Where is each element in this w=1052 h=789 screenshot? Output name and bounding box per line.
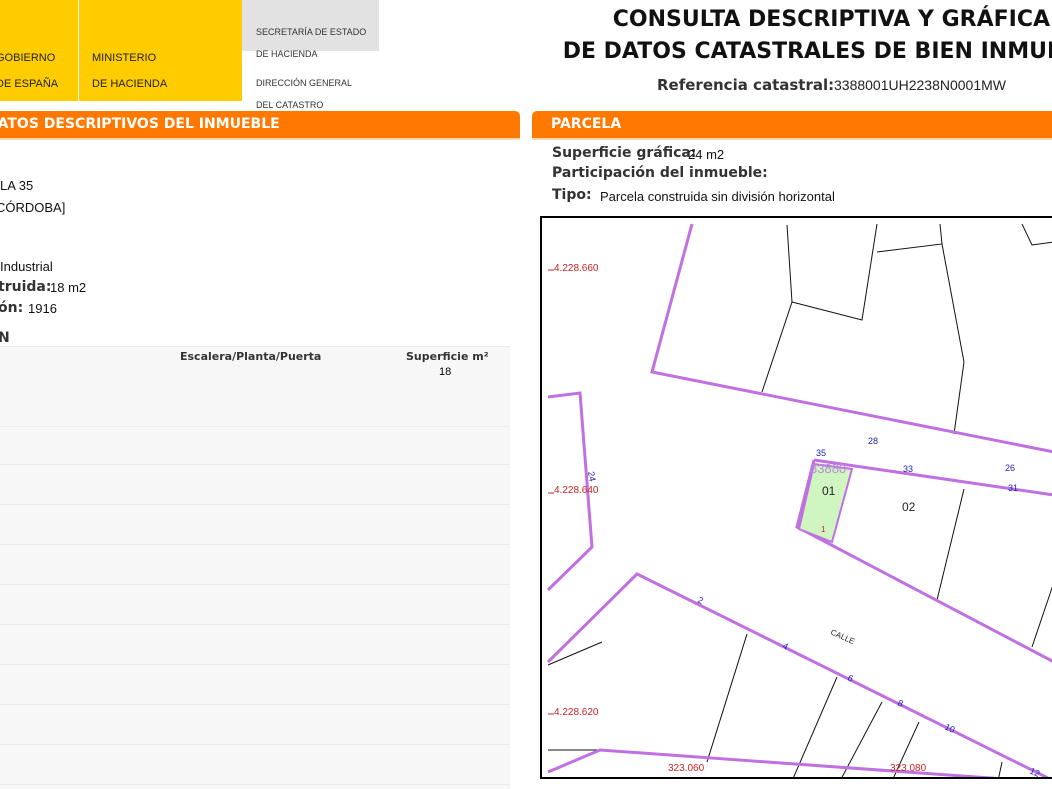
unit-02-label: 02: [902, 500, 916, 514]
title-line2: DE DATOS CATASTRALES DE BIEN INMUE: [562, 39, 1052, 64]
coord-y3: 4.228.620: [554, 707, 599, 718]
participation-label: Participación del inmueble:: [552, 165, 768, 181]
coord-y2: 4.228.640: [554, 485, 599, 496]
section-underline-left: [0, 138, 520, 140]
section-header-inmueble: DATOS DESCRIPTIVOS DEL INMUEBLE: [0, 111, 520, 138]
construction-heading: N: [0, 330, 10, 346]
house-number-28: 28: [868, 436, 878, 446]
built-value: 18 m2: [50, 280, 87, 295]
secretary-line2: DE HACIENDA: [256, 49, 318, 59]
ministry-line2: DE HACIENDA: [92, 78, 168, 90]
building-lines: [547, 223, 1052, 777]
table-row-line: [0, 664, 510, 665]
parcel-ref-label: 33880: [810, 461, 846, 476]
table-row-line: [0, 624, 510, 625]
house-number-33: 33: [903, 464, 913, 474]
row1-surface: 18: [439, 366, 452, 378]
ministry-label: MINISTERIO DE HACIENDA: [92, 39, 167, 104]
col-header-surface: Superficie m²: [406, 350, 489, 363]
secretary-label: SECRETARÍA DE ESTADO DE HACIENDA: [256, 16, 366, 71]
table-row-line: [0, 426, 510, 427]
table-row-line: [0, 744, 510, 745]
coord-x2: 323.080: [890, 763, 927, 774]
title-line1: CONSULTA DESCRIPTIVA Y GRÁFICA: [612, 7, 1050, 32]
house-number-31: 31: [1008, 483, 1018, 493]
table-row-line: [0, 544, 510, 545]
table-row-line: [0, 464, 510, 465]
table-header-top: [0, 346, 510, 347]
address-line2: CÓRDOBA]: [0, 200, 66, 215]
surface-label: Superficie gráfica:: [552, 145, 697, 161]
section-title-inmueble: DATOS DESCRIPTIVOS DEL INMUEBLE: [0, 116, 280, 132]
unit-01-label: 01: [822, 484, 836, 498]
map-canvas: 4.228.660 4.228.640 4.228.620 323.060 32…: [546, 223, 1052, 777]
ministry-line1: MINISTERIO: [92, 52, 157, 64]
parcel-boundaries: [546, 223, 1052, 777]
coord-y1: 4.228.660: [554, 263, 599, 274]
direction-line2: DEL CATASTRO: [256, 100, 324, 110]
section-header-parcela: PARCELA: [532, 111, 1052, 138]
ref-value: 3388001UH2238N0001MW: [834, 77, 1006, 93]
gov-line2: DE ESPAÑA: [0, 78, 59, 90]
house-number-35: 35: [816, 448, 826, 458]
direction-line1: DIRECCIÓN GENERAL: [256, 78, 353, 88]
col-header-stair: Escalera/Planta/Puerta: [180, 350, 322, 363]
logo-divider: [78, 0, 79, 101]
year-label: ón:: [0, 300, 24, 316]
unit-1-label: 1: [821, 525, 826, 534]
section-title-parcela: PARCELA: [551, 116, 622, 132]
table-row-line: [0, 584, 510, 585]
section-underline-right: [532, 138, 1052, 140]
ref-label: Referencia catastral:: [657, 76, 835, 94]
table-row-line: [0, 504, 510, 505]
government-logo: GOBIERNO DE ESPAÑA MINISTERIO DE HACIEND…: [0, 0, 242, 101]
table-row-line: [0, 784, 510, 785]
type-value: Parcela construida sin división horizont…: [600, 189, 835, 204]
secretary-box: SECRETARÍA DE ESTADO DE HACIENDA: [242, 0, 379, 59]
table-row-line: [0, 704, 510, 705]
street-label: CALLE: [829, 628, 856, 647]
coord-x1: 323.060: [668, 763, 705, 774]
gov-line1: GOBIERNO: [0, 52, 56, 64]
construction-table: [0, 346, 510, 789]
secretary-line1: SECRETARÍA DE ESTADO: [256, 27, 367, 37]
year-value: 1916: [28, 301, 57, 316]
document-title: CONSULTA DESCRIPTIVA Y GRÁFICA DE DATOS …: [542, 4, 1052, 68]
house-number-2: 2: [696, 595, 705, 606]
built-label: truida:: [0, 279, 52, 295]
address-line1: LA 35: [0, 178, 34, 193]
house-number-24: 24: [586, 471, 598, 483]
cadastral-map[interactable]: 4.228.660 4.228.640 4.228.620 323.060 32…: [540, 216, 1052, 779]
use-value: Industrial: [0, 259, 53, 274]
gov-label: GOBIERNO DE ESPAÑA: [0, 39, 58, 104]
surface-value: 24 m2: [688, 147, 725, 162]
type-label: Tipo:: [552, 187, 592, 203]
house-number-26: 26: [1005, 463, 1015, 473]
